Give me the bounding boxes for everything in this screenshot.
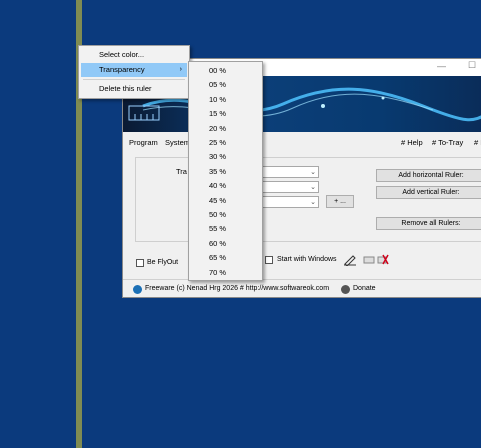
transparency-submenu: 00 % 05 % 10 % 15 % 20 % 25 % 30 % 35 % 40 % 45 %… (188, 61, 263, 281)
submenu-item-transparency[interactable]: 55 % (191, 222, 260, 236)
submenu-item-transparency[interactable]: 30 % (191, 150, 260, 164)
submenu-item-transparency[interactable]: 10 % (191, 93, 260, 107)
help-link[interactable]: # Help (401, 138, 423, 147)
submenu-item-transparency[interactable]: 00 % (191, 64, 260, 78)
pencil-icon[interactable] (343, 254, 357, 266)
more-link[interactable]: # I (474, 138, 481, 147)
menu-item-select-color[interactable]: Select color... (81, 48, 187, 62)
menu-item-transparency[interactable]: Transparency › (81, 63, 187, 77)
submenu-item-transparency[interactable]: 20 % (191, 122, 260, 136)
submenu-item-transparency[interactable]: 05 % (191, 78, 260, 92)
menu-system[interactable]: System (165, 138, 190, 147)
transparency-label: Tra (176, 167, 187, 176)
plus-button[interactable]: + ... (326, 195, 354, 208)
settings-panel: Tra ⌄ ⌄ ⌄ + ... Add horizontal Ruler: Ad… (135, 157, 481, 242)
add-vertical-ruler-button[interactable]: Add vertical Ruler: (376, 186, 481, 199)
menu-item-label: Transparency (99, 65, 145, 74)
menu-bar: Program System # Help # To-Tray # I (123, 136, 481, 150)
freeware-link[interactable]: Freeware (c) Nenad Hrg 2026 # http://www… (145, 285, 329, 292)
remove-all-rulers-button[interactable]: Remove all Rulers: (376, 217, 481, 230)
menu-program[interactable]: Program (129, 138, 158, 147)
globe-icon (133, 285, 142, 294)
submenu-item-transparency[interactable]: 15 % (191, 107, 260, 121)
submenu-item-transparency[interactable]: 60 % (191, 237, 260, 251)
chevron-down-icon: ⌄ (310, 199, 316, 206)
submenu-item-transparency[interactable]: 65 % (191, 251, 260, 265)
submenu-item-transparency[interactable]: 35 % (191, 165, 260, 179)
minimize-button[interactable]: — (437, 61, 446, 71)
to-tray-link[interactable]: # To-Tray (432, 138, 463, 147)
donate-icon (341, 285, 350, 294)
maximize-button[interactable]: ☐ (468, 60, 476, 71)
status-bar: Freeware (c) Nenad Hrg 2026 # http://www… (123, 279, 481, 299)
be-flyout-label: Be FlyOut (147, 259, 179, 266)
menu-separator (83, 79, 185, 80)
ruler-context-menu: Select color... Transparency › Delete th… (78, 45, 190, 99)
donate-link[interactable]: Donate (353, 285, 376, 292)
be-flyout-checkbox[interactable] (136, 259, 144, 267)
add-horizontal-ruler-button[interactable]: Add horizontal Ruler: (376, 169, 481, 182)
delete-ruler-icon[interactable] (377, 254, 389, 266)
chevron-right-icon: › (179, 66, 182, 73)
submenu-item-transparency[interactable]: 50 % (191, 208, 260, 222)
submenu-item-transparency[interactable]: 45 % (191, 194, 260, 208)
menu-item-delete-ruler[interactable]: Delete this ruler (81, 82, 187, 96)
chevron-down-icon: ⌄ (310, 169, 316, 176)
ruler-icon[interactable] (363, 254, 375, 266)
chevron-down-icon: ⌄ (310, 184, 316, 191)
submenu-item-transparency[interactable]: 25 % (191, 136, 260, 150)
submenu-item-transparency[interactable]: 70 % (191, 266, 260, 280)
start-with-windows-label: Start with Windows (277, 256, 337, 263)
start-with-windows-checkbox[interactable] (265, 256, 273, 264)
submenu-item-transparency[interactable]: 40 % (191, 179, 260, 193)
